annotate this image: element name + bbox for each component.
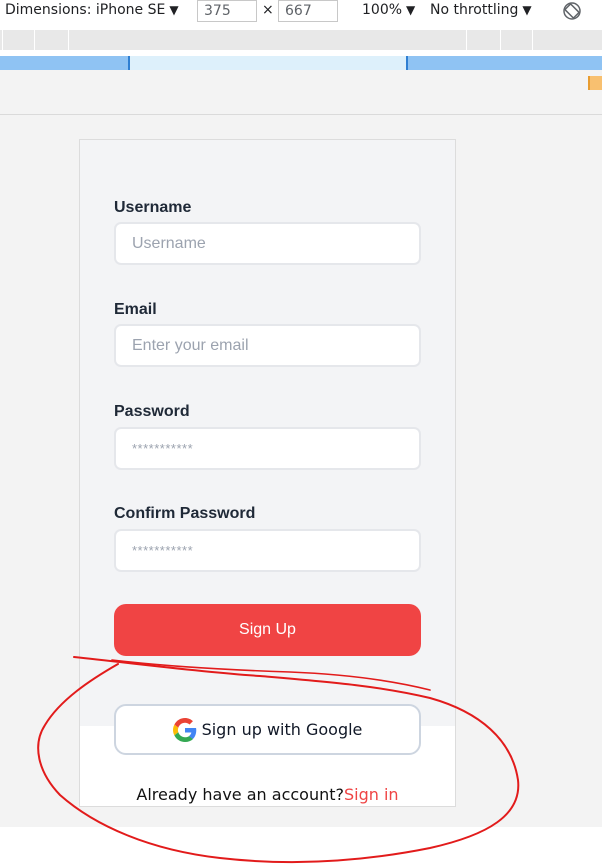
zoom-label: 100% bbox=[362, 2, 403, 18]
viewport-height-input[interactable] bbox=[278, 0, 338, 22]
password-label: Password bbox=[114, 403, 190, 420]
email-input[interactable] bbox=[114, 324, 421, 367]
clipped-heading bbox=[140, 140, 330, 148]
zoom-caret-icon: ▼ bbox=[406, 3, 416, 17]
google-g-icon bbox=[172, 717, 196, 742]
username-label: Username bbox=[114, 199, 192, 216]
media-query-divider bbox=[128, 56, 130, 70]
zoom-select[interactable]: 100% ▼ bbox=[362, 2, 415, 18]
media-query-divider bbox=[406, 56, 408, 70]
dimension-times-sign: × bbox=[262, 2, 274, 18]
device-ruler bbox=[0, 30, 602, 50]
google-signup-label: Sign up with Google bbox=[201, 720, 363, 739]
media-query-marker[interactable] bbox=[588, 76, 602, 90]
signup-button[interactable]: Sign Up bbox=[114, 604, 421, 656]
device-select[interactable]: Dimensions: iPhone SE ▼ bbox=[5, 2, 179, 18]
rotate-device-icon[interactable] bbox=[562, 1, 582, 25]
email-label: Email bbox=[114, 301, 157, 318]
google-signup-button[interactable]: Sign up with Google bbox=[114, 704, 421, 755]
media-query-active-range[interactable] bbox=[130, 56, 406, 70]
password-input[interactable] bbox=[114, 427, 421, 470]
media-query-strip bbox=[0, 70, 602, 114]
device-label: Dimensions: iPhone SE bbox=[5, 2, 166, 18]
signin-link[interactable]: Sign in bbox=[344, 785, 399, 804]
devtools-device-toolbar: Dimensions: iPhone SE▼ × 100%▼ No thrott… bbox=[0, 0, 602, 22]
viewport-width-input[interactable] bbox=[197, 0, 257, 22]
signup-card: Username Email Password Confirm Password… bbox=[79, 139, 456, 807]
confirm-password-input[interactable] bbox=[114, 529, 421, 572]
throttling-caret-icon: ▼ bbox=[522, 3, 532, 17]
throttling-select[interactable]: No throttling ▼ bbox=[430, 2, 532, 18]
signin-row: Already have an account?Sign in bbox=[80, 785, 455, 804]
signin-prompt: Already have an account? bbox=[136, 785, 344, 804]
device-caret-icon: ▼ bbox=[169, 3, 179, 17]
username-input[interactable] bbox=[114, 222, 421, 265]
throttling-label: No throttling bbox=[430, 2, 519, 18]
confirm-password-label: Confirm Password bbox=[114, 505, 256, 522]
